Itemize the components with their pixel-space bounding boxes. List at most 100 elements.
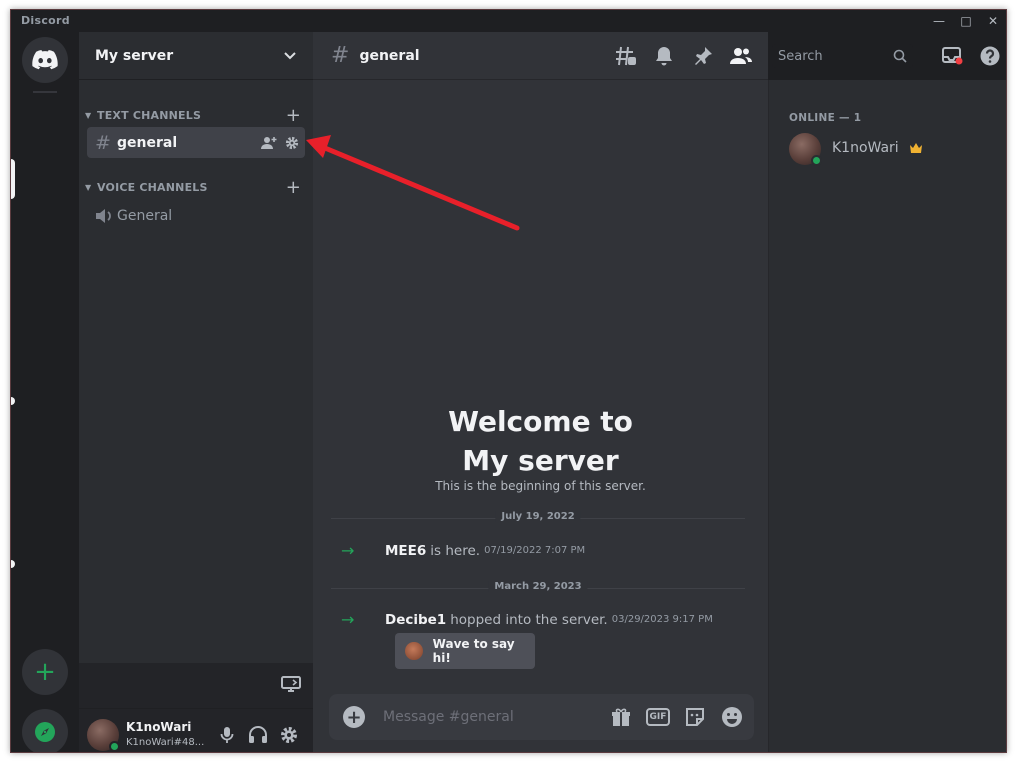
threads-icon (616, 46, 636, 66)
channel-general[interactable]: # general (87, 127, 305, 158)
system-message: → MEE6 is here. 07/19/2022 7:07 PM (341, 541, 751, 560)
server-header[interactable]: My server (79, 32, 313, 80)
join-arrow-icon: → (341, 610, 355, 629)
text-channel-icon: # (331, 43, 350, 68)
mute-button[interactable] (216, 724, 238, 746)
channel-sidebar: My server ▼ TEXT CHANNELS + # general ▼ … (79, 32, 313, 752)
user-panel: K1noWari K1noWari#48... (79, 708, 313, 752)
text-channel-icon: # (95, 131, 111, 154)
speaker-icon (96, 208, 111, 223)
bell-icon (656, 47, 672, 66)
app-title: Discord (21, 14, 70, 27)
pin-icon (695, 47, 712, 65)
crown-icon (910, 143, 922, 153)
category-label: VOICE CHANNELS (97, 180, 208, 194)
server-indicator (11, 159, 15, 199)
user-tag: K1noWari#48... (126, 737, 205, 748)
chevron-down-icon (284, 51, 296, 59)
close-button[interactable]: ✕ (979, 11, 1006, 31)
microphone-icon (220, 727, 234, 743)
discord-logo-icon (32, 50, 58, 70)
online-status-icon (109, 741, 120, 752)
wave-sticker-icon (405, 642, 423, 660)
message-author[interactable]: Decibe1 (385, 612, 446, 628)
wave-label: Wave to say hi! (432, 637, 515, 665)
plus-icon: + (34, 657, 56, 687)
inbox-button[interactable] (941, 45, 963, 67)
message-author[interactable]: MEE6 (385, 543, 426, 559)
gift-button[interactable] (609, 706, 633, 728)
welcome-heading: Welcome to My server (313, 402, 768, 480)
welcome-subtitle: This is the beginning of this server. (435, 479, 646, 493)
channel-voice-general[interactable]: General (87, 200, 305, 231)
message-input[interactable]: Message #general (383, 709, 514, 725)
welcome-line: Welcome to (448, 405, 633, 438)
channel-name: General (117, 207, 173, 224)
member-name[interactable]: K1noWari (832, 140, 899, 156)
invite-icon[interactable] (261, 136, 277, 150)
user-name: K1noWari (126, 720, 192, 734)
add-server-button[interactable]: + (22, 649, 68, 695)
online-status-icon (811, 155, 822, 166)
unread-indicator (11, 397, 15, 405)
gear-icon[interactable] (285, 136, 299, 150)
online-header: ONLINE — 1 (789, 112, 862, 124)
search-placeholder: Search (778, 48, 823, 64)
emoji-button[interactable] (720, 706, 744, 728)
gear-icon (281, 727, 297, 743)
home-button[interactable] (22, 37, 68, 83)
gift-icon (612, 708, 630, 726)
gif-button[interactable]: GIF (646, 708, 670, 726)
search-input[interactable]: Search (772, 44, 913, 68)
help-button[interactable] (979, 45, 1001, 67)
chevron-down-icon: ▼ (85, 110, 92, 120)
wave-button[interactable]: Wave to say hi! (395, 633, 535, 669)
screen-share-icon[interactable] (281, 675, 301, 693)
search-icon (893, 49, 907, 63)
title-bar: Discord — □ ✕ (11, 10, 1006, 32)
message-text: hopped into the server. (450, 611, 608, 628)
members-icon (730, 48, 752, 64)
message-text: is here. (430, 542, 481, 559)
smiley-icon (722, 707, 742, 727)
chat-toolbar: Search (615, 32, 1006, 80)
system-message: → Decibe1 hopped into the server. 03/29/… (341, 610, 751, 629)
date-label: March 29, 2023 (488, 581, 588, 592)
minimize-button[interactable]: — (925, 11, 953, 31)
date-label: July 19, 2022 (495, 511, 581, 522)
notifications-button[interactable] (653, 45, 675, 67)
category-text-channels[interactable]: ▼ TEXT CHANNELS + (85, 105, 307, 126)
discord-window: Discord — □ ✕ + My server ▼ TEXT CHANNEL… (10, 9, 1007, 753)
server-rail: + (11, 32, 79, 752)
headphones-icon (249, 726, 267, 743)
join-arrow-icon: → (341, 541, 355, 560)
create-channel-button[interactable]: + (286, 105, 301, 126)
activity-bar (79, 663, 313, 708)
attach-button[interactable]: + (343, 706, 365, 728)
pinned-messages-button[interactable] (692, 45, 714, 67)
inbox-icon (942, 47, 963, 65)
server-name: My server (95, 47, 174, 64)
unread-indicator (11, 560, 15, 568)
message-composer[interactable]: + Message #general GIF (329, 694, 754, 740)
date-divider: March 29, 2023 (331, 581, 745, 592)
compass-icon (35, 722, 55, 742)
category-label: TEXT CHANNELS (97, 108, 202, 122)
channel-title: general (359, 47, 420, 64)
member-list-button[interactable] (730, 45, 752, 67)
member-list: ONLINE — 1 K1noWari (768, 80, 1006, 752)
chevron-down-icon: ▼ (85, 182, 92, 192)
sticker-button[interactable] (683, 706, 707, 728)
category-voice-channels[interactable]: ▼ VOICE CHANNELS + (85, 177, 307, 198)
user-settings-button[interactable] (278, 724, 300, 746)
message-timestamp: 07/19/2022 7:07 PM (484, 545, 586, 556)
rail-separator (33, 91, 57, 93)
deafen-button[interactable] (247, 724, 269, 746)
create-channel-button[interactable]: + (286, 177, 301, 198)
explore-button[interactable] (22, 709, 68, 752)
sticker-icon (686, 708, 704, 726)
message-timestamp: 03/29/2023 9:17 PM (611, 614, 713, 625)
maximize-button[interactable]: □ (952, 11, 980, 31)
chat-area: # general Welcome to My server This is t… (313, 32, 768, 752)
threads-button[interactable] (615, 45, 637, 67)
